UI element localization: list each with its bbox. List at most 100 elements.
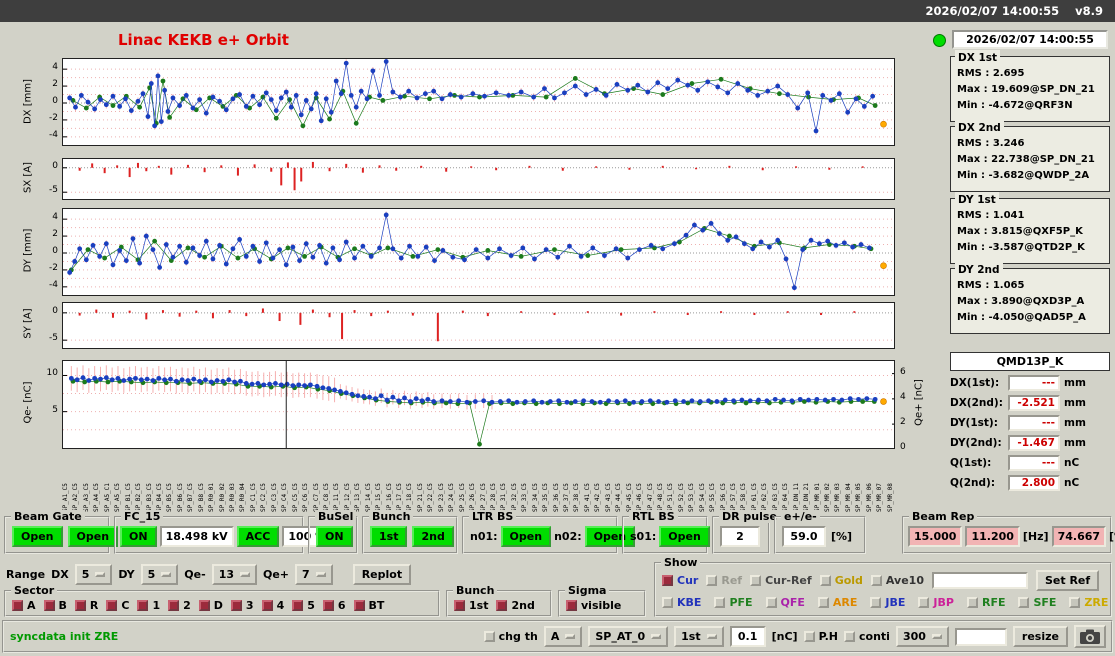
- show-checkbox-ref[interactable]: Ref: [706, 574, 742, 587]
- bunch-2nd-button[interactable]: 2nd: [412, 526, 454, 547]
- checkbox[interactable]: [12, 600, 23, 611]
- range-qe-plus-select[interactable]: 7: [295, 563, 333, 585]
- busel-on-button[interactable]: ON: [316, 526, 353, 547]
- fc15-acc-button[interactable]: ACC: [236, 526, 280, 547]
- bunch-select[interactable]: 1st: [674, 626, 724, 647]
- sector-checkbox-d[interactable]: D: [198, 599, 223, 612]
- sector-select[interactable]: A: [543, 626, 583, 647]
- checkbox[interactable]: [870, 597, 882, 608]
- interval-select[interactable]: 300: [895, 626, 949, 647]
- checkbox[interactable]: [74, 600, 86, 611]
- checkbox[interactable]: [819, 575, 831, 586]
- checkbox[interactable]: [353, 600, 365, 611]
- beam-gate-open-button-1[interactable]: Open: [12, 526, 63, 547]
- show-checkbox-ave10[interactable]: Ave10: [870, 574, 924, 587]
- set-ref-button[interactable]: Set Ref: [1035, 570, 1100, 591]
- ltr-n01-open-button[interactable]: Open: [500, 526, 552, 547]
- checkbox[interactable]: [817, 597, 829, 608]
- show-checkbox-gold[interactable]: Gold: [819, 574, 863, 587]
- checkbox[interactable]: [706, 575, 718, 586]
- checkbox[interactable]: [261, 600, 273, 611]
- checkbox[interactable]: [918, 597, 930, 608]
- sector-checkbox-6[interactable]: 6: [322, 599, 346, 612]
- plot-sx[interactable]: [62, 158, 895, 200]
- plot-qe[interactable]: [62, 360, 895, 449]
- ltr-bs-group: LTR BS n01: Open n02: Open: [462, 510, 636, 554]
- checkbox[interactable]: [566, 600, 577, 611]
- checkbox[interactable]: [168, 600, 180, 611]
- resize-button[interactable]: resize: [1012, 626, 1068, 647]
- show-checkbox-kbe[interactable]: KBE: [662, 596, 701, 609]
- range-dx-select[interactable]: 5: [74, 563, 113, 585]
- sector-checkbox-1[interactable]: 1: [137, 599, 160, 612]
- checkbox[interactable]: [662, 597, 673, 608]
- show-checkbox-qfe[interactable]: QFE: [765, 596, 805, 609]
- show-checkbox-jbe[interactable]: JBE: [870, 596, 905, 609]
- sector-checkbox-c[interactable]: C: [106, 599, 129, 612]
- monitor-row-value: ---: [1008, 375, 1060, 391]
- checkbox[interactable]: [803, 631, 815, 642]
- bpm-label: SP_B4_C5: [155, 483, 163, 512]
- rtl-s01-open-button[interactable]: Open: [659, 526, 710, 547]
- range-dy-select[interactable]: 5: [140, 563, 179, 585]
- show-checkbox-zre[interactable]: ZRE: [1069, 596, 1108, 609]
- bunch-checkbox-1st[interactable]: 1st: [454, 599, 488, 612]
- checkbox[interactable]: [106, 600, 118, 611]
- checkbox[interactable]: [230, 600, 242, 611]
- threshold-field[interactable]: 0.1: [729, 626, 766, 647]
- sector-checkbox-3[interactable]: 3: [230, 599, 254, 612]
- replot-button[interactable]: Replot: [352, 563, 412, 585]
- ph-checkbox[interactable]: P.H: [803, 630, 838, 643]
- snapshot-button[interactable]: [1074, 625, 1106, 648]
- fc15-on-button[interactable]: ON: [120, 526, 157, 547]
- checkbox[interactable]: [322, 600, 334, 611]
- bpm-label: SP_23_C5: [437, 483, 445, 512]
- show-checkbox-cur[interactable]: Cur: [662, 574, 698, 587]
- checkbox[interactable]: [483, 631, 495, 642]
- sector-checkbox-a[interactable]: A: [12, 599, 36, 612]
- checkbox[interactable]: [966, 597, 978, 608]
- sector-checkbox-2[interactable]: 2: [168, 599, 191, 612]
- beam-rep-group: Beam Rep 15.000 11.200 [Hz] 74.667 [%]: [902, 510, 1115, 554]
- show-checkbox-sfe[interactable]: SFE: [1018, 596, 1056, 609]
- checkbox[interactable]: [714, 597, 726, 608]
- checkbox[interactable]: [765, 597, 777, 608]
- show-checkbox-cur-ref[interactable]: Cur-Ref: [750, 574, 812, 587]
- checkbox[interactable]: [1018, 597, 1030, 608]
- sector-checkbox-r[interactable]: R: [74, 599, 98, 612]
- checkbox[interactable]: [870, 575, 882, 586]
- sector-checkbox-4[interactable]: 4: [261, 599, 284, 612]
- plot-dy[interactable]: [62, 208, 895, 296]
- sector-checkbox-5[interactable]: 5: [292, 599, 315, 612]
- sector-checkbox-bt[interactable]: BT: [353, 599, 384, 612]
- beam-gate-open-button-2[interactable]: Open: [67, 526, 119, 547]
- selected-bpm-name[interactable]: QMD13P_K: [950, 352, 1110, 371]
- range-qe-minus-select[interactable]: 13: [211, 563, 257, 585]
- bunch-checkbox-2nd[interactable]: 2nd: [496, 599, 535, 612]
- plot-dx[interactable]: [62, 58, 895, 146]
- show-checkbox-are[interactable]: ARE: [817, 596, 857, 609]
- show-checkbox-pfe[interactable]: PFE: [714, 596, 753, 609]
- checkbox[interactable]: [1069, 597, 1081, 608]
- sector-checkbox-b[interactable]: B: [43, 599, 67, 612]
- bunch-1st-button[interactable]: 1st: [370, 526, 408, 547]
- checkbox[interactable]: [292, 600, 304, 611]
- plot-sy[interactable]: [62, 302, 895, 349]
- checkbox[interactable]: [844, 631, 856, 642]
- checkbox[interactable]: [43, 600, 55, 611]
- checkbox[interactable]: [662, 575, 673, 586]
- checkbox[interactable]: [198, 600, 210, 611]
- chg-th-checkbox[interactable]: chg th: [483, 630, 538, 643]
- checkbox[interactable]: [454, 600, 465, 611]
- checkbox[interactable]: [750, 575, 762, 586]
- show-checkbox-jbp[interactable]: JBP: [918, 596, 954, 609]
- bpm-label: SP_44_C5: [615, 483, 623, 512]
- checkbox[interactable]: [137, 600, 149, 611]
- bpm-select[interactable]: SP_AT_0: [588, 626, 669, 647]
- checkbox[interactable]: [496, 600, 508, 611]
- conti-checkbox[interactable]: conti: [844, 630, 890, 643]
- sigma-checkbox-visible[interactable]: visible: [566, 599, 621, 612]
- blank-field[interactable]: [954, 627, 1007, 646]
- show-checkbox-rfe[interactable]: RFE: [966, 596, 1005, 609]
- set-ref-input[interactable]: [931, 572, 1028, 589]
